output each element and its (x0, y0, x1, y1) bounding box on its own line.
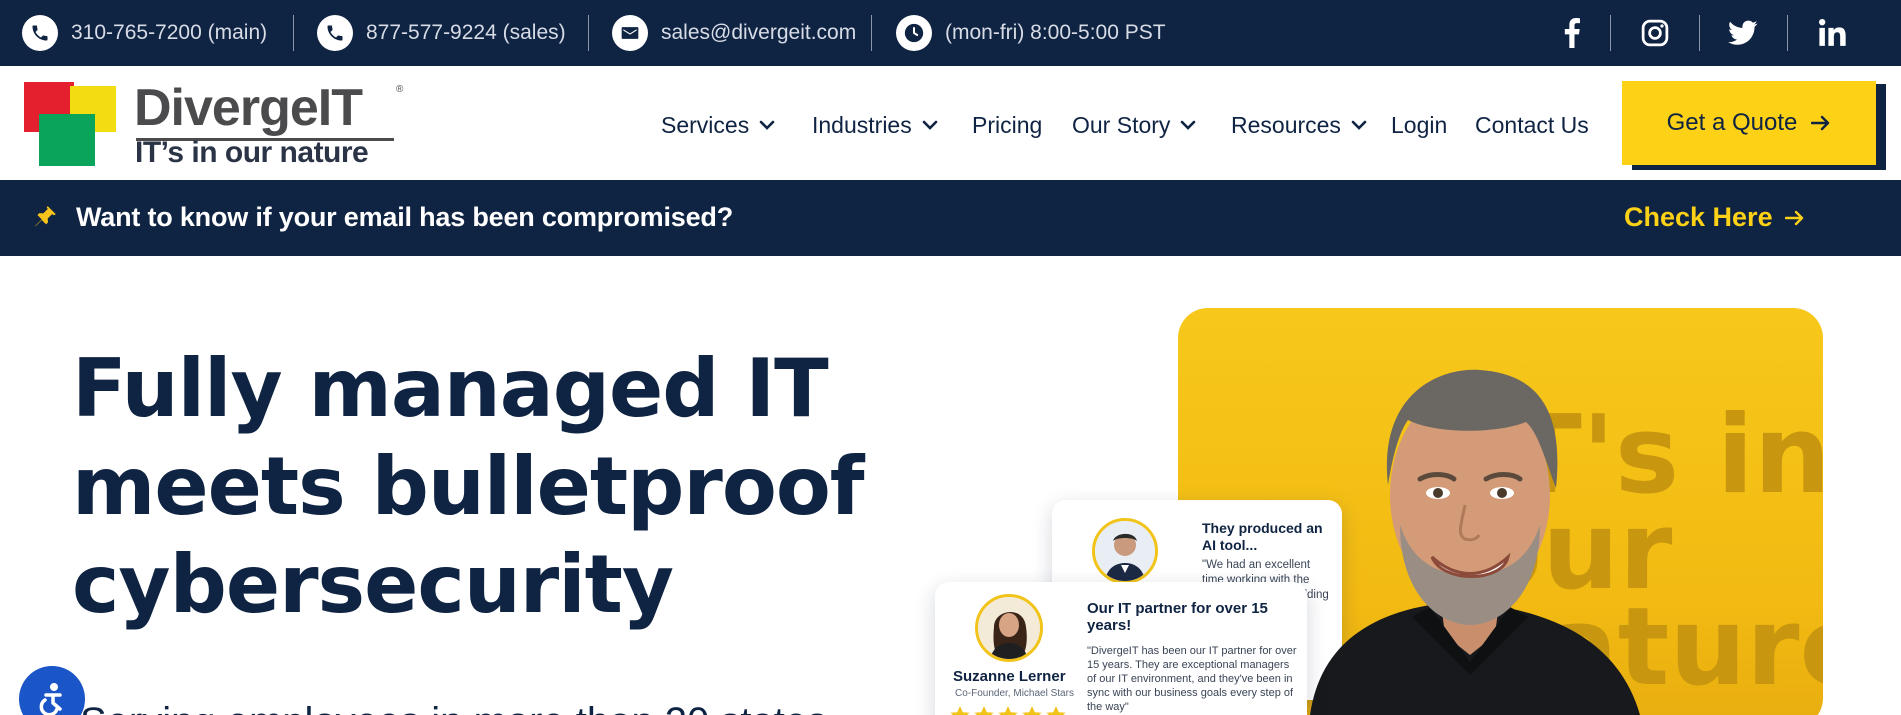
email-contact[interactable]: sales@divergeit.com (612, 15, 856, 51)
logo-green-square (39, 114, 95, 166)
accessibility-icon (39, 683, 62, 715)
top-contact-bar: 310-765-7200 (main) 877-577-9224 (sales)… (0, 0, 1901, 66)
clock-icon (896, 15, 932, 51)
phone-main-text: 310-765-7200 (main) (71, 21, 268, 44)
nav-label: Our Story (1072, 111, 1171, 138)
phone-main-contact[interactable]: 310-765-7200 (main) (22, 15, 267, 51)
reviewer-avatar (1092, 518, 1158, 584)
phone-icon (317, 15, 353, 51)
logo-tagline: IT’s in our nature (135, 136, 369, 169)
divergeit-logo[interactable]: DivergeIT ® IT’s in our nature (24, 79, 408, 169)
twitter-icon[interactable] (1723, 13, 1763, 53)
divider (293, 15, 294, 51)
star-icon (974, 705, 994, 715)
reviewer-avatar (975, 594, 1043, 662)
divider (1610, 15, 1611, 51)
quote-label: Get a Quote (1666, 109, 1798, 136)
nav-label: Login (1391, 111, 1448, 138)
phone-sales-contact[interactable]: 877-577-9224 (sales) (317, 15, 566, 51)
divider (1787, 15, 1788, 51)
main-header: DivergeIT ® IT’s in our nature Services … (0, 66, 1901, 180)
nav-label: Resources (1231, 111, 1341, 138)
chevron-down-icon (1351, 117, 1367, 133)
chevron-down-icon (759, 117, 775, 133)
review-title: Our IT partner for over 15 years! (1087, 600, 1268, 634)
nav-our-story[interactable]: Our Story (1072, 110, 1196, 140)
star-rating (949, 704, 1067, 715)
logo-brand: DivergeIT (134, 79, 363, 137)
logo-registered: ® (396, 84, 404, 95)
reviewer-role: Co-Founder, Michael Stars (955, 688, 1074, 699)
arrow-right-icon (1811, 115, 1831, 131)
hero-title: Fully managed IT meets bulletproof cyber… (72, 342, 865, 631)
arrow-right-icon (1784, 210, 1805, 226)
email-breach-banner: Want to know if your email has been comp… (0, 180, 1901, 256)
star-icon (950, 705, 970, 715)
email-text: sales@divergeit.com (661, 21, 857, 44)
linkedin-icon[interactable] (1812, 13, 1852, 53)
hours-text: (mon-fri) 8:00-5:00 PST (945, 21, 1166, 44)
nav-resources[interactable]: Resources (1231, 110, 1367, 140)
star-icon (998, 705, 1018, 715)
instagram-icon[interactable] (1635, 13, 1675, 53)
chevron-down-icon (1180, 117, 1196, 133)
chevron-down-icon (922, 117, 938, 133)
divider (871, 15, 872, 51)
reviewer-name: Suzanne Lerner (953, 668, 1066, 685)
pushpin-icon (32, 204, 58, 230)
smiling-man-photo (1290, 345, 1650, 715)
phone-sales-text: 877-577-9224 (sales) (366, 21, 566, 44)
nav-contact-us[interactable]: Contact Us (1475, 110, 1589, 140)
nav-label: Services (661, 111, 750, 138)
divider (1699, 15, 1700, 51)
star-icon (1022, 705, 1042, 715)
review-quote: "DivergeIT has been our IT partner for o… (1087, 645, 1297, 713)
check-here-label: Check Here (1624, 202, 1773, 232)
nav-label: Contact Us (1475, 111, 1589, 138)
get-a-quote-button[interactable]: Get a Quote (1622, 81, 1876, 165)
review-card-featured[interactable]: Suzanne Lerner Co-Founder, Michael Stars… (935, 582, 1307, 715)
nav-login[interactable]: Login (1391, 110, 1447, 140)
hours-info: (mon-fri) 8:00-5:00 PST (896, 15, 1166, 51)
nav-pricing[interactable]: Pricing (972, 110, 1042, 140)
mail-icon (612, 15, 648, 51)
check-here-link[interactable]: Check Here (1624, 202, 1805, 233)
accessibility-button[interactable] (19, 666, 85, 715)
phone-icon (22, 15, 58, 51)
facebook-icon[interactable] (1552, 13, 1592, 53)
nav-industries[interactable]: Industries (812, 110, 938, 140)
hero-subtitle: Serving employees in more than 20 states (80, 700, 827, 715)
banner-message: Want to know if your email has been comp… (76, 202, 734, 232)
nav-label: Pricing (972, 111, 1043, 138)
nav-label: Industries (812, 111, 912, 138)
nav-services[interactable]: Services (661, 110, 775, 140)
star-icon (1046, 705, 1066, 715)
divider (588, 15, 589, 51)
